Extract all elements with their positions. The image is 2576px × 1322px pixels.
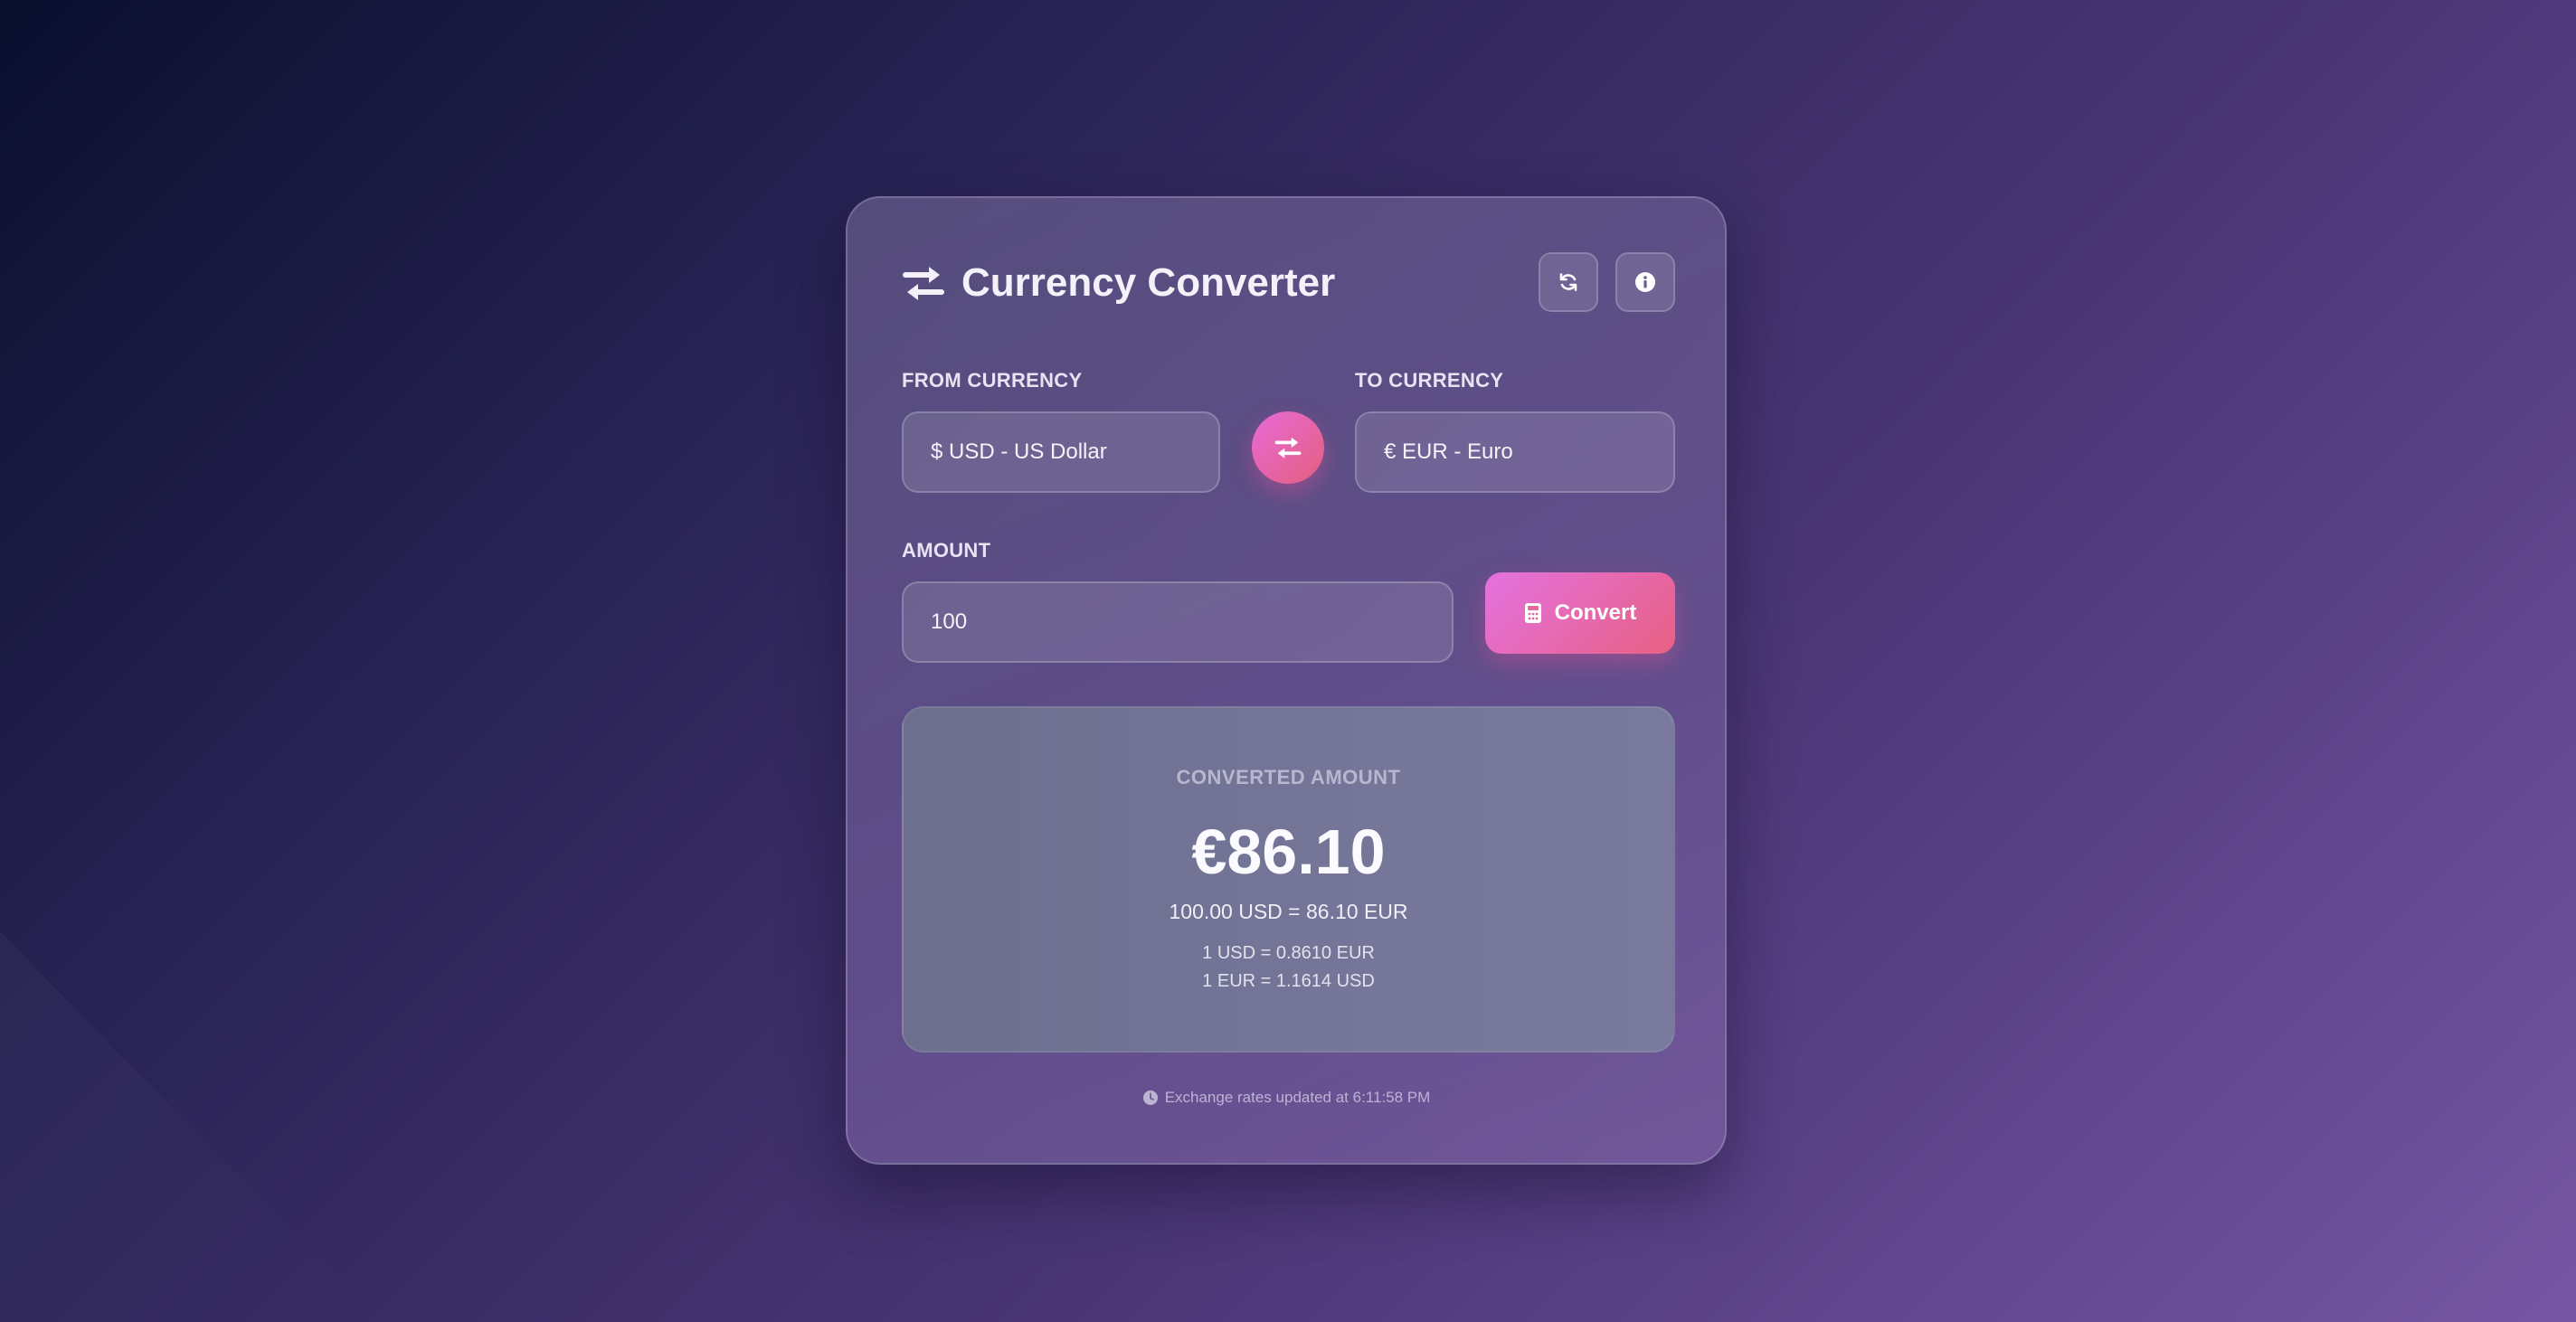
- swap-arrows-icon: [1274, 437, 1302, 458]
- calculator-icon: [1524, 603, 1541, 623]
- rates-updated-text: Exchange rates updated at 6:11:58 PM: [1164, 1089, 1431, 1106]
- result-panel: CONVERTED AMOUNT €86.10 100.00 USD = 86.…: [902, 706, 1675, 1053]
- amount-label: AMOUNT: [902, 539, 991, 562]
- refresh-icon: [1559, 273, 1577, 291]
- to-currency-label: TO CURRENCY: [1355, 369, 1504, 392]
- from-currency-label: FROM CURRENCY: [902, 369, 1083, 392]
- amount-input[interactable]: 100: [902, 581, 1454, 663]
- background-decoration: [0, 931, 380, 1322]
- info-icon: [1635, 272, 1655, 292]
- page-title: Currency Converter: [961, 260, 1336, 305]
- clock-icon: [1142, 1091, 1158, 1105]
- exchange-arrows-icon: [903, 267, 944, 300]
- swap-currencies-button[interactable]: [1252, 411, 1324, 484]
- info-button[interactable]: [1615, 252, 1675, 312]
- convert-button-label: Convert: [1554, 600, 1637, 625]
- converted-amount-value: €86.10: [1191, 817, 1386, 887]
- rate-forward: 1 USD = 0.8610 EUR: [1202, 943, 1375, 963]
- from-currency-select[interactable]: $ USD - US Dollar: [902, 411, 1220, 493]
- conversion-equation: 100.00 USD = 86.10 EUR: [1169, 900, 1408, 923]
- refresh-button[interactable]: [1539, 252, 1598, 312]
- rates-updated-footer: Exchange rates updated at 6:11:58 PM: [848, 1089, 1725, 1107]
- convert-button[interactable]: Convert: [1485, 572, 1675, 654]
- to-currency-select[interactable]: € EUR - Euro: [1355, 411, 1675, 493]
- converter-card: Currency Converter FROM CURRENCY $ USD -…: [846, 196, 1727, 1165]
- rate-reverse: 1 EUR = 1.1614 USD: [1202, 971, 1375, 991]
- converted-amount-label: CONVERTED AMOUNT: [1176, 766, 1401, 788]
